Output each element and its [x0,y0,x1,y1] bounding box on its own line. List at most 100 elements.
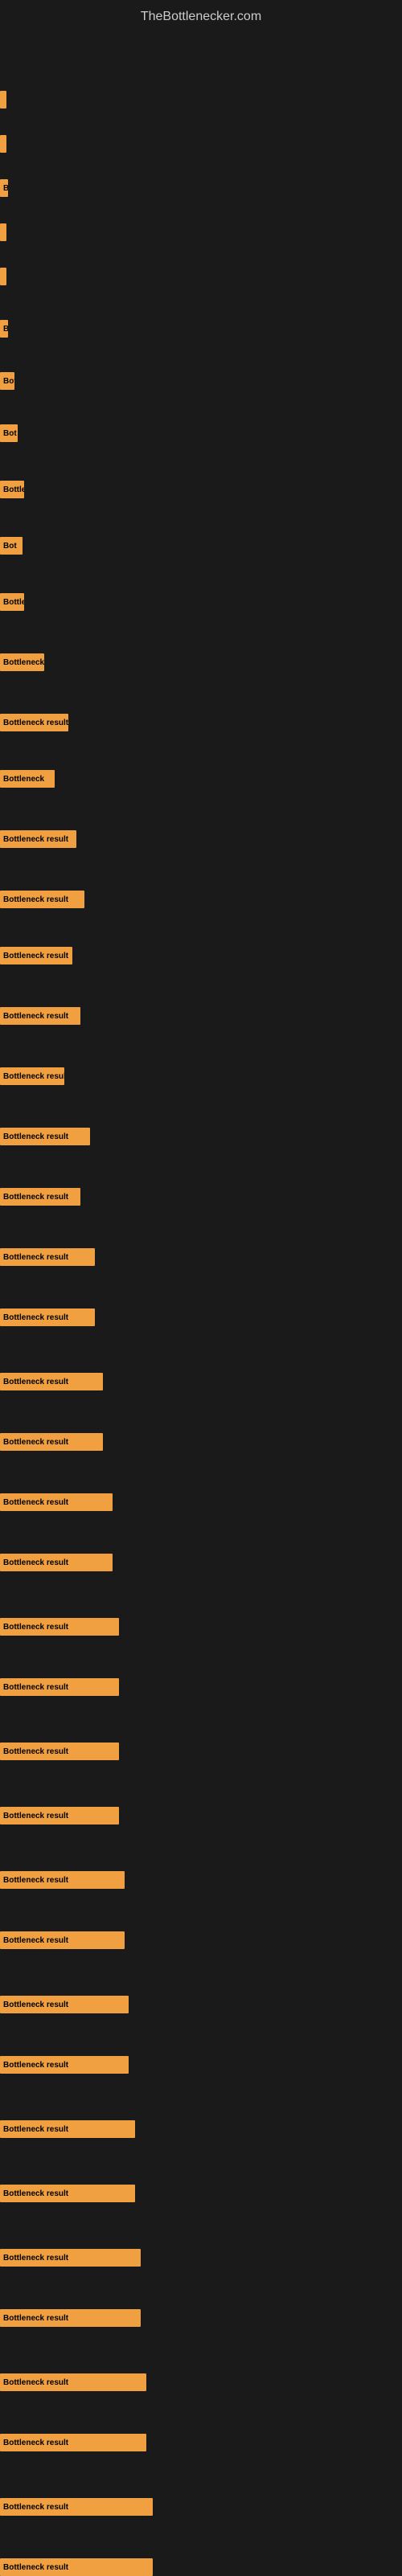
bar-row: Bottleneck result [0,1248,402,1266]
bar: Bottleneck result [0,2434,146,2451]
bar [0,91,6,109]
bar: Bottleneck result [0,2185,135,2202]
bar-row: Bottleneck result [0,2249,402,2267]
bar-row: Bottleneck result [0,1743,402,1760]
chart-area: B B Bot Bot Bottle Bot Bottle Bottleneck Bottlen… [0,31,402,2562]
bar-row: Bottleneck result [0,2498,402,2516]
bar-row: Bot [0,372,402,390]
bar-label-text: Bottleneck result [3,2314,68,2323]
bar: Bottleneck result [0,2498,153,2516]
bar: Bot [0,424,18,442]
bar-row: Bottleneck result [0,2120,402,2138]
bar-label-text: Bottleneck result [3,1313,68,1322]
bar-row: Bottleneck result [0,947,402,964]
site-title: TheBottlenecker.com [0,0,402,31]
bar: Bottleneck result [0,1067,64,1085]
bar: Bottleneck result [0,1433,103,1451]
bar-row: Bot [0,424,402,442]
bar-row [0,268,402,285]
bar-label-text: Bottleneck result [3,1498,68,1507]
bar-label-text: Bottleneck result [3,2001,68,2009]
bar: Bottleneck result [0,1807,119,1824]
bar: Bottleneck result [0,1373,103,1390]
bar-label-text: Bot [3,429,17,438]
bar-label-text: Bottleneck result [3,1812,68,1820]
bar: Bottleneck result [0,2558,153,2576]
bar-label-text: Bottleneck result [3,2439,68,2447]
bar: Bottleneck [0,653,44,671]
bar-row: Bottleneck result [0,1433,402,1451]
bar-label-text: Bottleneck result [3,2503,68,2512]
bar-label-text: Bottleneck result [3,1558,68,1567]
bar-label-text: Bottleneck result [3,1253,68,1262]
bar-label-text: B [3,184,8,193]
bar: Bottleneck result [0,1248,95,1266]
bar-row: Bottleneck [0,653,402,671]
bar: Bottleneck result [0,1493,113,1511]
bar-row: Bottleneck result [0,891,402,908]
bar-row: Bottleneck result [0,830,402,848]
bar-row: Bottleneck result [0,1188,402,1206]
bar-label-text: Bottleneck result [3,1072,64,1081]
bar-label-text: Bottleneck result [3,1936,68,1945]
bar-label-text: Bottleneck result [3,2378,68,2387]
bar: B [0,320,8,338]
bar-row: Bottle [0,481,402,498]
bar: Bottleneck result [0,1931,125,1949]
bar: Bottle [0,481,24,498]
bar-row: Bottleneck result [0,1554,402,1571]
bar-row: B [0,320,402,338]
bar-label-text: Bottleneck [3,775,44,784]
bar-label-text: Bottleneck result [3,2254,68,2263]
bar: Bottleneck result [0,830,76,848]
bar-label-text: Bottleneck result [3,1623,68,1632]
bar-label-text: Bottleneck result [3,835,68,844]
bar: Bottleneck result [0,1188,80,1206]
bar-label-text: Bottleneck result [3,2125,68,2134]
bar: Bottleneck result [0,1128,90,1145]
bar-row: Bottleneck result [0,1007,402,1025]
bar-row: Bottle [0,593,402,611]
bar-row: Bottleneck result [0,1618,402,1636]
bar: Bottle [0,593,24,611]
bar: Bottleneck [0,770,55,788]
bar-label-text: Bottleneck result [3,2061,68,2070]
bar-row: Bottleneck result [0,714,402,731]
bar-row: Bottleneck result [0,2558,402,2576]
bar-row: Bottleneck result [0,2056,402,2074]
bar: Bottleneck result [0,2373,146,2391]
bar-label-text: Bottle [3,598,24,607]
bar: Bottleneck result [0,1554,113,1571]
bar: B [0,179,8,197]
bar-label-text: Bot [3,377,14,386]
bar-label-text: Bottleneck result [3,952,68,960]
bar-row: Bottleneck result [0,1931,402,1949]
bar: Bottleneck result [0,714,68,731]
bar: Bottleneck result [0,1678,119,1696]
bar-row: B [0,179,402,197]
bar: Bottleneck result [0,1618,119,1636]
bar-label-text: Bottleneck result [3,719,68,727]
bar-label-text: Bottleneck result [3,2189,68,2198]
bar: Bottleneck result [0,947,72,964]
bar: Bottleneck result [0,1996,129,2013]
bar-label-text: Bottleneck result [3,1876,68,1885]
bar-row: Bottleneck result [0,1308,402,1326]
bar: Bottleneck result [0,1007,80,1025]
bar-label-text: Bottleneck result [3,1012,68,1021]
bar-label-text: Bot [3,542,17,551]
bar-label-text: Bottleneck result [3,1747,68,1756]
bar [0,135,6,153]
bar-label-text: Bottleneck result [3,2563,68,2572]
bar-row: Bottleneck result [0,2373,402,2391]
bar-label-text: Bottleneck result [3,1438,68,1447]
bar-label-text: Bottleneck result [3,1193,68,1202]
bar: Bottleneck result [0,2249,141,2267]
bar-row: Bottleneck result [0,2434,402,2451]
bar: Bottleneck result [0,2056,129,2074]
bar-label-text: Bottleneck result [3,1132,68,1141]
bar [0,268,6,285]
bar-row: Bottleneck result [0,1067,402,1085]
bar: Bottleneck result [0,891,84,908]
bar-row: Bottleneck result [0,2185,402,2202]
